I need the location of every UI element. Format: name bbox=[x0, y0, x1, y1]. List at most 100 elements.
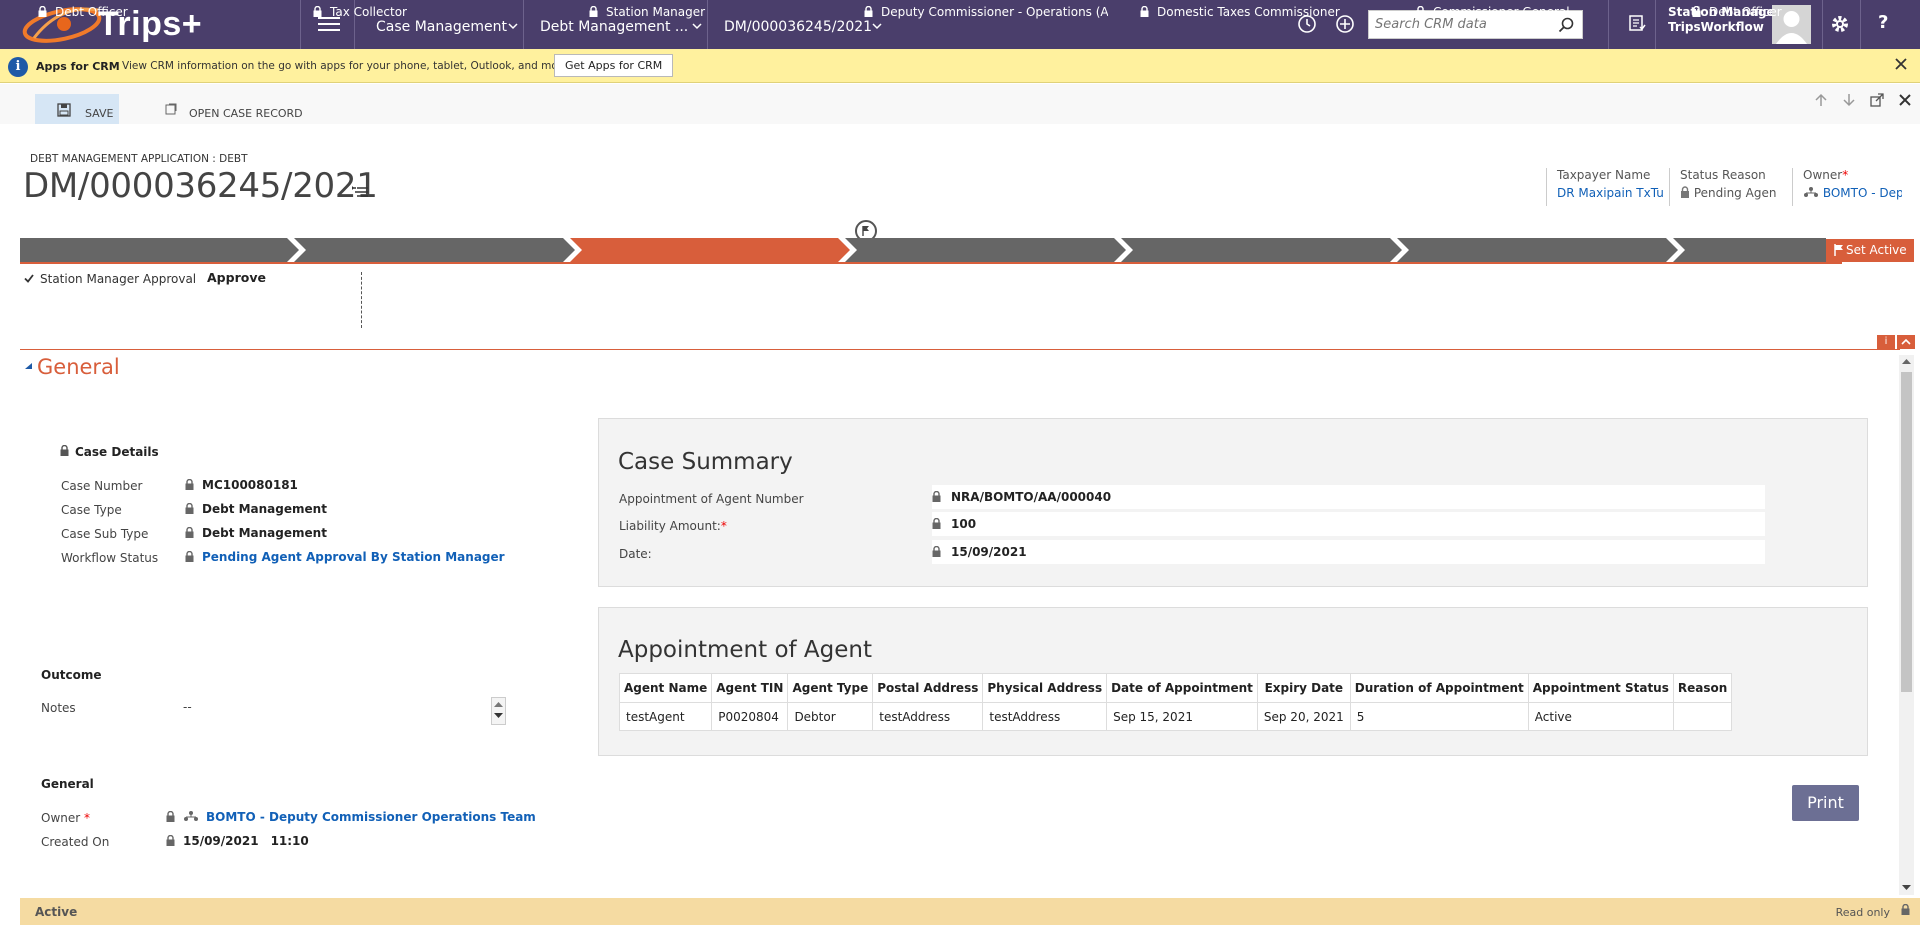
set-active-button[interactable]: Set Active bbox=[1826, 239, 1914, 262]
stage-tax-collector[interactable]: Tax Collector bbox=[295, 0, 565, 24]
owner-header-value[interactable]: BOMTO - Dep bbox=[1823, 186, 1902, 200]
status-bar: Active Read only bbox=[20, 898, 1920, 925]
lock-icon bbox=[185, 478, 194, 490]
close-record-icon[interactable] bbox=[1898, 93, 1912, 107]
table-cell: testAddress bbox=[982, 702, 1108, 731]
arrow-up-icon[interactable] bbox=[1814, 93, 1828, 107]
notification-bar: i Apps for CRM View CRM information on t… bbox=[0, 49, 1920, 83]
header-field-owner[interactable]: Owner* BOMTO - Dep bbox=[1792, 168, 1902, 206]
team-icon bbox=[184, 811, 198, 821]
open-record-icon bbox=[165, 103, 177, 115]
created-on-row: 15/09/2021 11:10 bbox=[166, 834, 309, 848]
team-icon bbox=[1804, 187, 1818, 197]
pop-out-icon[interactable] bbox=[1870, 93, 1884, 107]
lock-icon bbox=[1692, 5, 1701, 17]
column-header[interactable]: Duration of Appointment bbox=[1349, 673, 1529, 703]
case-summary-title: Case Summary bbox=[618, 449, 793, 475]
owner-row[interactable]: BOMTO - Deputy Commissioner Operations T… bbox=[166, 810, 536, 824]
stage-station-manager[interactable]: Station Manager bbox=[571, 0, 841, 24]
close-icon[interactable] bbox=[1894, 57, 1908, 71]
gear-icon[interactable] bbox=[1830, 14, 1850, 34]
lock-icon bbox=[185, 526, 194, 538]
help-icon[interactable]: ? bbox=[1878, 12, 1888, 33]
table-cell bbox=[1672, 702, 1733, 731]
workflow-status-label: Workflow Status bbox=[61, 551, 159, 565]
save-label: SAVE bbox=[85, 107, 114, 120]
lock-icon bbox=[1901, 904, 1910, 915]
created-on-time: 11:10 bbox=[270, 834, 309, 848]
column-header[interactable]: Agent Name bbox=[618, 673, 713, 703]
notification-message: View CRM information on the go with apps… bbox=[122, 60, 573, 72]
lock-icon bbox=[185, 502, 194, 514]
nav-divider bbox=[1860, 0, 1861, 49]
set-active-label: Set Active bbox=[1846, 243, 1907, 257]
appointment-card: Appointment of Agent Agent Name Agent TI… bbox=[598, 607, 1868, 756]
case-details-heading: Case Details bbox=[60, 445, 159, 459]
lock-icon bbox=[932, 546, 941, 557]
record-nav-icons bbox=[1814, 93, 1912, 107]
process-underline bbox=[20, 262, 1842, 264]
stage-domestic-taxes-commissioner[interactable]: Domestic Taxes Commissioner bbox=[1122, 0, 1392, 24]
collapse-triangle-icon[interactable] bbox=[25, 363, 32, 369]
info-icon[interactable]: i bbox=[1877, 335, 1895, 349]
page-scrollbar[interactable] bbox=[1899, 355, 1914, 895]
lock-icon bbox=[38, 5, 47, 17]
date-label: Date: bbox=[619, 547, 652, 561]
stage-commissioner-general[interactable]: Commissioner General bbox=[1398, 0, 1668, 24]
taxpayer-value[interactable]: DR Maxipain TxTu bbox=[1557, 186, 1664, 200]
table-row[interactable]: testAgent P0020804 Debtor testAddress te… bbox=[618, 702, 1733, 731]
print-button[interactable]: Print bbox=[1792, 785, 1859, 821]
column-header[interactable]: Postal Address bbox=[872, 673, 984, 703]
stage-debt-officer[interactable]: Debt Officer bbox=[20, 0, 290, 24]
process-bar bbox=[20, 238, 1826, 262]
notes-value[interactable]: -- bbox=[183, 700, 192, 714]
case-type-value: Debt Management bbox=[202, 502, 327, 516]
owner-header-row[interactable]: BOMTO - Dep bbox=[1803, 186, 1902, 200]
column-header[interactable]: Agent TIN bbox=[711, 673, 789, 703]
scrollbar-thumb[interactable] bbox=[1901, 372, 1912, 692]
stage-label: Debt Officer bbox=[1709, 5, 1782, 19]
scroll-up-icon[interactable] bbox=[1902, 358, 1911, 364]
column-header[interactable]: Reason bbox=[1672, 673, 1733, 703]
table-cell: testAddress bbox=[872, 702, 984, 731]
info-icon: i bbox=[8, 57, 28, 77]
agent-number-label: Appointment of Agent Number bbox=[619, 492, 804, 506]
notes-label: Notes bbox=[41, 701, 76, 715]
lock-icon bbox=[932, 491, 941, 502]
owner-header-label-text: Owner bbox=[1803, 168, 1843, 182]
lock-icon bbox=[313, 5, 322, 17]
stage-debt-officer-final[interactable]: Debt Officer bbox=[1674, 0, 1824, 24]
table-cell: Active bbox=[1527, 702, 1674, 731]
lock-icon bbox=[1140, 5, 1149, 17]
column-header[interactable]: Physical Address bbox=[982, 673, 1108, 703]
scroll-down-icon[interactable] bbox=[1902, 885, 1911, 891]
collapse-icon[interactable] bbox=[1897, 335, 1915, 349]
arrow-down-icon[interactable] bbox=[1842, 93, 1856, 107]
open-case-record-button[interactable]: OPEN CASE RECORD bbox=[165, 103, 303, 120]
process-step-value[interactable]: Approve bbox=[207, 270, 266, 285]
column-header[interactable]: Date of Appointment bbox=[1106, 673, 1258, 703]
workflow-status-row: Pending Agent Approval By Station Manage… bbox=[185, 550, 505, 564]
stage-label: Debt Officer bbox=[55, 5, 128, 19]
stage-deputy-commissioner[interactable]: Deputy Commissioner - Operations (Active bbox=[846, 0, 1108, 24]
form-selector-icon[interactable] bbox=[352, 185, 368, 199]
notes-scrollbar[interactable] bbox=[491, 697, 506, 725]
header-field-taxpayer[interactable]: Taxpayer Name DR Maxipain TxTu bbox=[1546, 168, 1664, 206]
workflow-status-value[interactable]: Pending Agent Approval By Station Manage… bbox=[202, 550, 505, 564]
appointment-title: Appointment of Agent bbox=[618, 637, 873, 663]
section-title[interactable]: General bbox=[37, 355, 120, 379]
stage-label: Station Manager bbox=[606, 5, 706, 19]
lock-icon bbox=[166, 834, 175, 846]
owner-label-text: Owner bbox=[41, 811, 81, 825]
owner-label: Owner * bbox=[41, 811, 91, 825]
owner-value[interactable]: BOMTO - Deputy Commissioner Operations T… bbox=[206, 810, 536, 824]
column-header[interactable]: Agent Type bbox=[787, 673, 874, 703]
table-cell: P0020804 bbox=[711, 702, 789, 731]
page-title: DM/000036245/2021 bbox=[23, 166, 378, 206]
case-number-value: MC100080181 bbox=[202, 478, 298, 492]
case-number-label: Case Number bbox=[61, 479, 143, 493]
column-header[interactable]: Appointment Status bbox=[1527, 673, 1674, 703]
save-button[interactable]: SAVE bbox=[35, 94, 119, 124]
column-header[interactable]: Expiry Date bbox=[1256, 673, 1351, 703]
get-apps-button[interactable]: Get Apps for CRM bbox=[554, 54, 674, 77]
